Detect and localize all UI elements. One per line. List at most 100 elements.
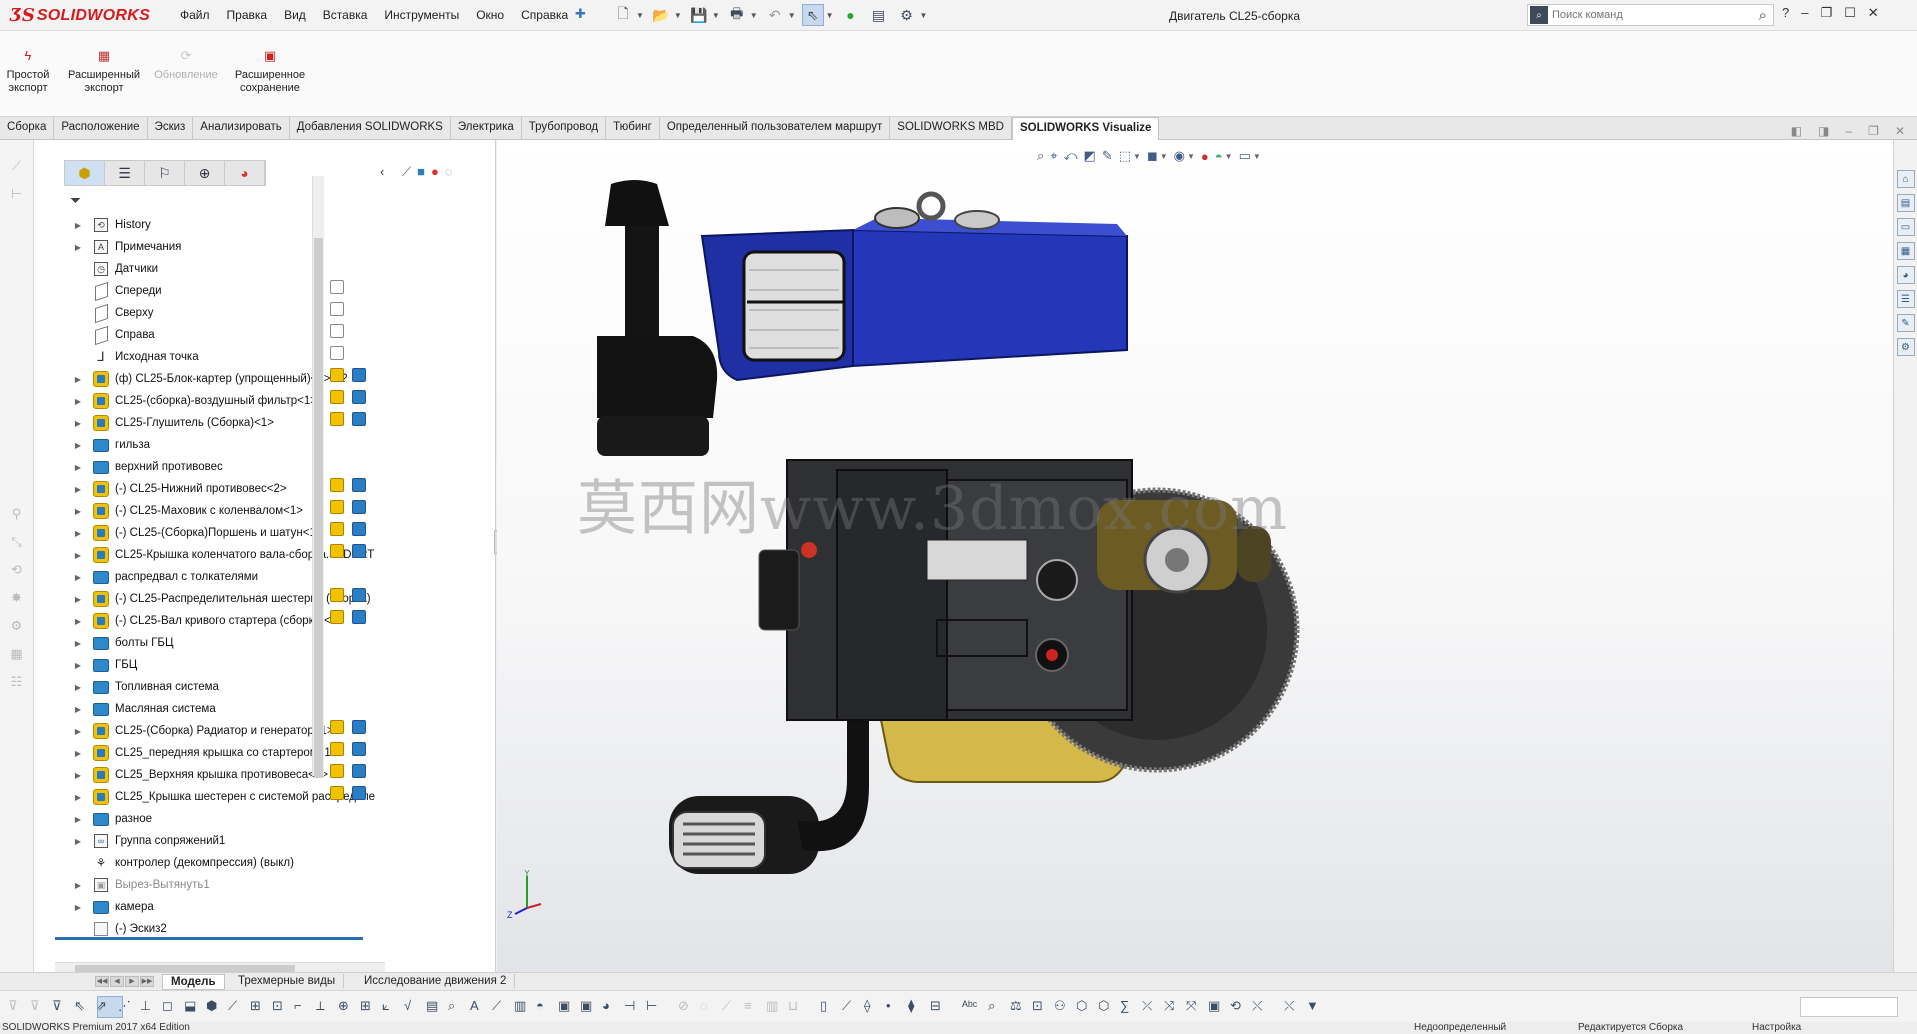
bottom-tool-icon[interactable]: ▼ bbox=[1306, 998, 1319, 1013]
tree-item[interactable]: ▶ A Примечания bbox=[34, 236, 384, 258]
tab-3d-views[interactable]: Трехмерные виды bbox=[230, 974, 345, 988]
update-button[interactable]: ⟳ Обновление bbox=[150, 49, 222, 82]
bottom-tool-icon[interactable]: ⚖ bbox=[1010, 998, 1022, 1014]
bottom-tool-icon[interactable]: ⤨ bbox=[1164, 998, 1174, 1014]
display-component-icon[interactable] bbox=[330, 412, 344, 426]
expand-arrow-icon[interactable]: ▶ bbox=[72, 639, 84, 648]
bottom-tool-icon[interactable]: ≡ bbox=[744, 998, 752, 1013]
strip-pattern-icon[interactable]: ▦ bbox=[7, 646, 27, 666]
expand-arrow-icon[interactable]: ▶ bbox=[72, 529, 84, 538]
file-explorer-icon[interactable]: ▭ bbox=[1896, 218, 1915, 236]
bottom-tool-icon[interactable]: ⊽ bbox=[8, 998, 18, 1014]
display-component-icon[interactable] bbox=[330, 390, 344, 404]
expand-arrow-icon[interactable]: ▶ bbox=[72, 463, 84, 472]
expand-arrow-icon[interactable]: ▶ bbox=[72, 793, 84, 802]
strip-rotate-icon[interactable]: ⟲ bbox=[7, 562, 27, 582]
display-mode-shaded-icon[interactable] bbox=[352, 588, 366, 602]
display-mode-shaded-icon[interactable] bbox=[352, 610, 366, 624]
bottom-tool-icon[interactable]: ⌕ bbox=[988, 998, 995, 1014]
display-component-icon[interactable] bbox=[330, 544, 344, 558]
display-mode-shaded-icon[interactable] bbox=[352, 412, 366, 426]
expand-arrow-icon[interactable]: ▶ bbox=[72, 595, 84, 604]
maximize-icon[interactable]: ☐ bbox=[1844, 5, 1856, 21]
tab-layout[interactable]: Расположение bbox=[54, 117, 148, 139]
appearance-icon[interactable]: ● bbox=[431, 164, 439, 180]
doc-tile-left-icon[interactable]: ◧ bbox=[1791, 124, 1802, 138]
bottom-tool-icon[interactable]: ⊽ bbox=[30, 998, 40, 1014]
expand-arrow-icon[interactable]: ▶ bbox=[72, 419, 84, 428]
engine-model[interactable] bbox=[497, 140, 1893, 972]
solidworks-forum-icon[interactable]: ✎ bbox=[1896, 314, 1915, 332]
tab-motion-study[interactable]: Исследование движения 2 bbox=[356, 974, 516, 988]
configuration-manager-tab-icon[interactable]: ⚐ bbox=[145, 161, 185, 185]
bottom-tool-icon[interactable]: ⟋ bbox=[228, 998, 237, 1014]
solidworks-resources-icon[interactable]: ⌂ bbox=[1896, 170, 1915, 188]
close-icon[interactable]: ✕ bbox=[1868, 5, 1879, 21]
undo-dropdown-icon[interactable]: ▼ bbox=[788, 11, 796, 20]
display-mode-shaded-icon[interactable] bbox=[352, 368, 366, 382]
menu-file[interactable]: Файл bbox=[180, 8, 210, 22]
bottom-tool-icon[interactable]: ⚇ bbox=[1054, 998, 1066, 1014]
pin-menu-icon[interactable]: ✚ bbox=[575, 6, 586, 22]
expand-arrow-icon[interactable]: ▶ bbox=[72, 617, 84, 626]
display-plane-icon[interactable] bbox=[330, 302, 344, 316]
bottom-tool-icon[interactable]: ᴬᵇᶜ bbox=[962, 998, 977, 1013]
display-mode-shaded-icon[interactable] bbox=[352, 786, 366, 800]
tree-scroll-thumb[interactable] bbox=[314, 238, 323, 778]
tree-item[interactable]: ▶ ▣ Вырез-Вытянуть1 bbox=[34, 874, 384, 896]
strip-smart-dimension-icon[interactable]: ⊢ bbox=[7, 186, 27, 206]
display-mode-shaded-icon[interactable] bbox=[352, 500, 366, 514]
bottom-tool-icon[interactable]: ⇖ bbox=[74, 998, 85, 1014]
display-component-icon[interactable] bbox=[330, 786, 344, 800]
feature-tree-tab-icon[interactable]: ⬢ bbox=[65, 161, 105, 185]
bottom-tool-icon[interactable]: ⊡ bbox=[1032, 998, 1043, 1014]
collapse-panel-icon[interactable]: ‹ bbox=[380, 164, 384, 179]
bottom-tool-icon[interactable]: ⤬ bbox=[1252, 998, 1262, 1014]
tree-item[interactable]: ◷ Датчики bbox=[34, 258, 384, 280]
bottom-tool-icon[interactable]: √ bbox=[404, 998, 411, 1013]
display-component-icon[interactable] bbox=[330, 764, 344, 778]
file-properties-icon[interactable]: ▤ bbox=[868, 4, 890, 26]
view-palette-icon[interactable]: ▦ bbox=[1896, 242, 1915, 260]
advanced-save-button[interactable]: ▣ Расширенное сохранение bbox=[230, 49, 310, 95]
print-icon[interactable]: 🖶 bbox=[726, 4, 748, 26]
settings-status[interactable]: Настройка bbox=[1752, 1022, 1801, 1033]
first-tab-icon[interactable]: ◀◀ bbox=[95, 976, 109, 987]
tab-visualize[interactable]: SOLIDWORKS Visualize bbox=[1012, 117, 1160, 140]
expand-arrow-icon[interactable]: ▶ bbox=[72, 749, 84, 758]
display-mode-shaded-icon[interactable] bbox=[352, 742, 366, 756]
tree-item[interactable]: ▶ гильза bbox=[34, 434, 384, 456]
strip-explode-icon[interactable]: ✸ bbox=[7, 590, 27, 610]
bottom-tool-icon[interactable]: ◻ bbox=[162, 998, 173, 1014]
bottom-tool-icon[interactable]: ∑ bbox=[1120, 998, 1129, 1013]
filter-icon[interactable]: ⏷ bbox=[70, 192, 81, 209]
bottom-tool-icon[interactable]: ◌ bbox=[700, 998, 708, 1013]
display-component-icon[interactable] bbox=[330, 500, 344, 514]
bottom-tool-icon[interactable]: ▣ bbox=[1208, 998, 1220, 1014]
bottom-tool-icon[interactable]: ▥ bbox=[514, 998, 526, 1014]
bottom-tool-icon[interactable]: ⊞ bbox=[250, 998, 261, 1014]
tree-item[interactable]: ▶ верхний противовес bbox=[34, 456, 384, 478]
undo-icon[interactable]: ↶ bbox=[764, 4, 786, 26]
expand-arrow-icon[interactable]: ▶ bbox=[72, 881, 84, 890]
tree-item[interactable]: ▶ ⟲ History bbox=[34, 214, 384, 236]
display-mode-shaded-icon[interactable] bbox=[352, 390, 366, 404]
menu-help[interactable]: Справка bbox=[521, 8, 568, 22]
doc-tile-right-icon[interactable]: ◨ bbox=[1818, 124, 1829, 138]
save-dropdown-icon[interactable]: ▼ bbox=[712, 11, 720, 20]
design-library-icon[interactable]: ▤ bbox=[1896, 194, 1915, 212]
expand-arrow-icon[interactable]: ▶ bbox=[72, 683, 84, 692]
display-mode-shaded-icon[interactable] bbox=[352, 544, 366, 558]
display-plane-icon[interactable] bbox=[330, 346, 344, 360]
tab-addins[interactable]: Добавления SOLIDWORKS bbox=[290, 117, 451, 139]
new-dropdown-icon[interactable]: ▼ bbox=[636, 11, 644, 20]
bottom-tool-icon[interactable]: ⟠ bbox=[864, 998, 870, 1014]
expand-arrow-icon[interactable]: ▶ bbox=[72, 903, 84, 912]
expand-arrow-icon[interactable]: ▶ bbox=[72, 661, 84, 670]
tree-item[interactable]: ▶ распредвал с толкателями bbox=[34, 566, 384, 588]
bottom-tool-icon[interactable]: ⊕ bbox=[338, 998, 349, 1014]
display-mode-shaded-icon[interactable] bbox=[352, 720, 366, 734]
open-folder-icon[interactable]: 📂 bbox=[650, 4, 672, 26]
strip-sketch-icon[interactable]: ⟋ bbox=[7, 158, 27, 178]
last-tab-icon[interactable]: ▶▶ bbox=[140, 976, 154, 987]
